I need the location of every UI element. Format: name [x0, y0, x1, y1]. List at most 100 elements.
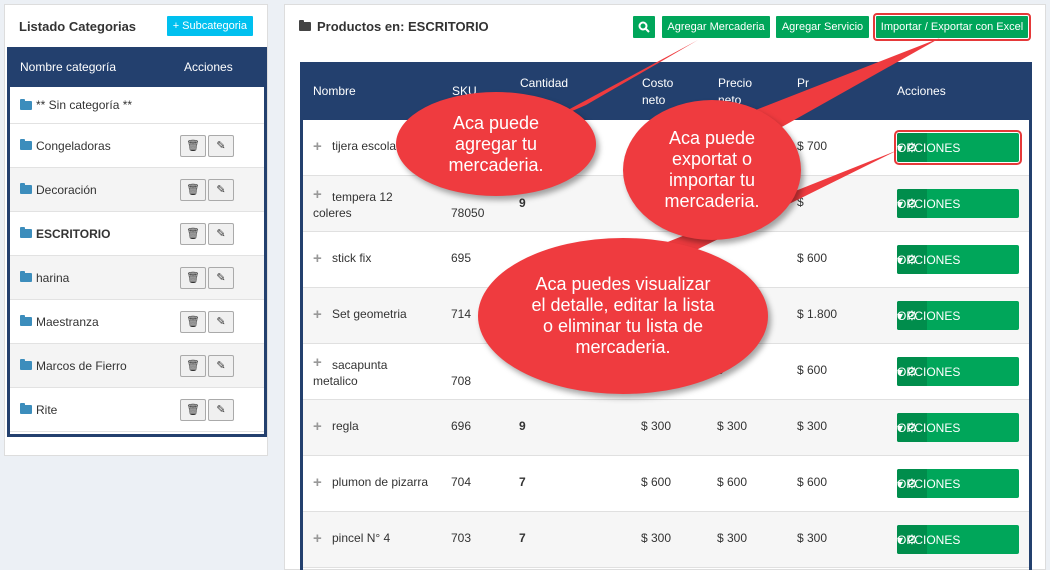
category-name[interactable]: ESCRITORIO	[10, 227, 180, 241]
delete-category-button[interactable]: 🗑	[180, 222, 206, 245]
options-label: OPCIONES	[897, 420, 961, 435]
edit-category-button[interactable]: ✎	[208, 222, 234, 245]
product-name: pincel N° 4	[332, 531, 391, 545]
category-row[interactable]: Decoración 🗑 ✎	[10, 168, 264, 212]
expand-icon[interactable]: +	[313, 474, 322, 491]
product-price3: $ 1.800	[797, 307, 838, 321]
category-name[interactable]: Decoración	[10, 183, 180, 197]
delete-category-button[interactable]: 🗑	[180, 310, 206, 333]
product-price: $ 300	[717, 531, 748, 545]
folder-icon	[20, 139, 32, 150]
expand-icon[interactable]: +	[313, 530, 322, 547]
search-button[interactable]	[633, 16, 655, 38]
delete-category-button[interactable]: 🗑	[180, 398, 206, 421]
edit-category-button[interactable]: ✎	[208, 354, 234, 377]
expand-icon[interactable]: +	[313, 186, 322, 203]
product-sku: 703	[451, 531, 472, 545]
options-button[interactable]: ⚙ OPCIONES ▾	[897, 413, 1019, 442]
delete-category-button[interactable]: 🗑	[180, 134, 206, 157]
category-actions: 🗑 ✎	[180, 134, 234, 157]
expand-icon[interactable]: +	[313, 354, 322, 371]
callout-view-detail: Aca puedes visualizar el detalle, editar …	[478, 238, 768, 394]
caret-down-icon: ▾	[897, 364, 904, 379]
add-subcategory-button[interactable]: + Subcategoria	[166, 16, 253, 36]
category-row[interactable]: Maestranza 🗑 ✎	[10, 300, 264, 344]
product-row: + regla 696 9 $ 300 $ 300 $ 300 ⚙ OPCIONES ▾	[303, 400, 1029, 456]
add-service-button[interactable]: Agregar Servicio	[776, 16, 869, 38]
category-row[interactable]: Congeladoras 🗑 ✎	[10, 124, 264, 168]
options-button[interactable]: ⚙ OPCIONES ▾	[894, 130, 1022, 165]
options-button[interactable]: ⚙ OPCIONES ▾	[897, 189, 1019, 218]
delete-category-button[interactable]: 🗑	[180, 354, 206, 377]
category-name[interactable]: Rite	[10, 403, 180, 417]
product-price3: $	[797, 195, 804, 209]
delete-category-button[interactable]: 🗑	[180, 178, 206, 201]
options-button[interactable]: ⚙ OPCIONES ▾	[897, 525, 1019, 554]
edit-category-button[interactable]: ✎	[208, 134, 234, 157]
product-sku: 696	[451, 419, 472, 433]
options-button[interactable]: ⚙ OPCIONES ▾	[897, 301, 1019, 330]
product-sku: 695	[451, 251, 472, 265]
product-sku: 704	[451, 475, 472, 489]
edit-category-button[interactable]: ✎	[208, 398, 234, 421]
category-label: Maestranza	[36, 314, 99, 329]
category-label: ESCRITORIO	[36, 226, 111, 241]
product-cost: $ 300	[641, 531, 672, 545]
col-category-actions: Acciones	[184, 60, 233, 74]
delete-category-button[interactable]: 🗑	[180, 266, 206, 289]
category-actions: 🗑 ✎	[180, 178, 234, 201]
product-price3: $ 600	[797, 251, 828, 265]
callout-line: importar tu	[668, 170, 755, 190]
expand-icon[interactable]: +	[313, 306, 322, 323]
expand-icon[interactable]: +	[313, 138, 322, 155]
category-name[interactable]: Maestranza	[10, 315, 180, 329]
callout-line: mercaderia.	[664, 191, 760, 211]
callout-add-merchandise: Aca puede agregar tu mercaderia.	[396, 92, 596, 196]
add-merchandise-button[interactable]: Agregar Mercaderia	[662, 16, 770, 38]
category-row[interactable]: Rite 🗑 ✎	[10, 388, 264, 432]
category-name[interactable]: Congeladoras	[10, 139, 180, 153]
edit-category-button[interactable]: ✎	[208, 178, 234, 201]
options-label: OPCIONES	[897, 140, 961, 155]
category-name[interactable]: ** Sin categoría **	[10, 98, 180, 112]
category-row[interactable]: Marcos de Fierro 🗑 ✎	[10, 344, 264, 388]
caret-down-icon: ▾	[897, 196, 904, 211]
category-name[interactable]: Marcos de Fierro	[10, 359, 180, 373]
product-sku: 78050	[451, 206, 485, 220]
categories-table-header: Nombre categoría Acciones	[10, 47, 264, 87]
callout-line: Aca puede	[452, 112, 540, 133]
product-name: stick fix	[332, 251, 372, 265]
category-row[interactable]: ESCRITORIO 🗑 ✎	[10, 212, 264, 256]
expand-icon[interactable]: +	[313, 250, 322, 267]
category-name[interactable]: harina	[10, 271, 180, 285]
product-price3: $ 700	[797, 139, 828, 153]
options-button[interactable]: ⚙ OPCIONES ▾	[897, 245, 1019, 274]
edit-category-button[interactable]: ✎	[208, 310, 234, 333]
folder-open-icon	[20, 227, 32, 238]
col-cost: Costo	[642, 76, 674, 90]
callout-line: Aca puedes visualizar	[535, 274, 711, 294]
categories-table: Nombre categoría Acciones ** Sin categor…	[7, 47, 267, 437]
product-name: tijera escola	[332, 139, 397, 153]
options-button[interactable]: ⚙ OPCIONES ▾	[897, 469, 1019, 498]
edit-category-button[interactable]: ✎	[208, 266, 234, 289]
category-label: ** Sin categoría **	[36, 98, 133, 112]
callout-text: Aca puede agregar tu mercaderia.	[448, 113, 543, 176]
caret-down-icon: ▾	[897, 532, 904, 547]
col-price3: Pr	[797, 76, 809, 90]
expand-icon[interactable]: +	[313, 418, 322, 435]
categories-header: Listado Categorias + Subcategoria	[5, 5, 267, 47]
categories-title: Listado Categorias	[19, 18, 137, 34]
category-row[interactable]: ** Sin categoría **	[10, 87, 264, 124]
category-actions: 🗑 ✎	[180, 222, 234, 245]
import-export-excel-button[interactable]: Importar / Exportar con Excel	[873, 13, 1031, 41]
product-name: sacapunta	[332, 358, 388, 372]
category-row[interactable]: harina 🗑 ✎	[10, 256, 264, 300]
category-label: Congeladoras	[36, 138, 111, 153]
search-icon	[638, 21, 650, 33]
category-actions: 🗑 ✎	[180, 310, 234, 333]
category-label: Marcos de Fierro	[36, 358, 127, 373]
options-button[interactable]: ⚙ OPCIONES ▾	[897, 357, 1019, 386]
caret-down-icon: ▾	[897, 252, 904, 267]
product-cost: $ 300	[641, 419, 672, 433]
